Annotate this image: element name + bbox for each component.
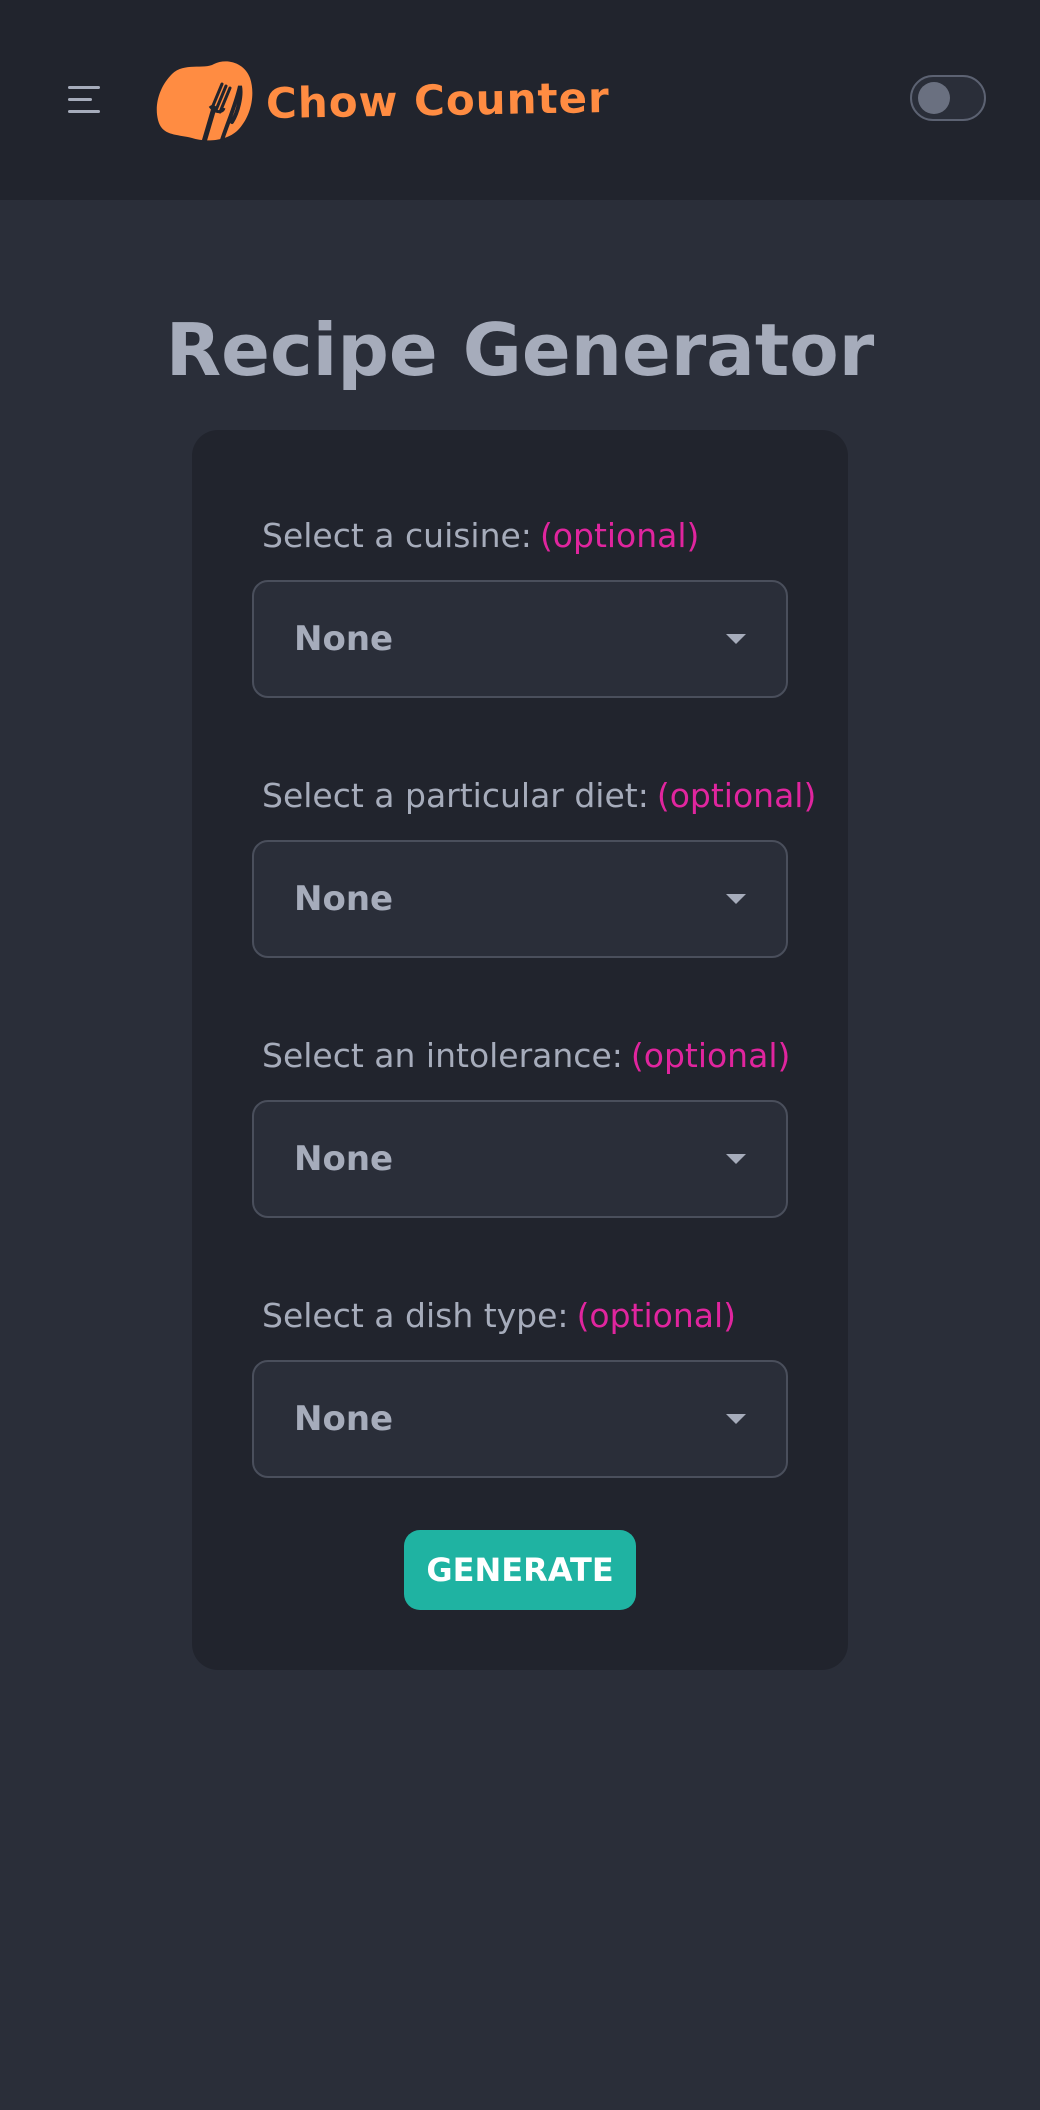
diet-select-value: None bbox=[294, 879, 394, 919]
intolerance-select-value: None bbox=[294, 1139, 394, 1179]
dish-type-select-value: None bbox=[294, 1399, 394, 1439]
hamburger-menu-icon[interactable] bbox=[60, 78, 108, 122]
cuisine-label: Select a cuisine: (optional) bbox=[262, 514, 699, 558]
caret-down-icon bbox=[726, 894, 746, 904]
intolerance-label: Select an intolerance: (optional) bbox=[262, 1034, 790, 1078]
caret-down-icon bbox=[726, 1154, 746, 1164]
top-navbar: Chow Counter bbox=[0, 0, 1040, 200]
cuisine-optional-tag: (optional) bbox=[539, 516, 700, 555]
page-title: Recipe Generator bbox=[165, 308, 875, 392]
cuisine-select[interactable]: None bbox=[252, 580, 788, 698]
dish-type-label: Select a dish type: (optional) bbox=[262, 1294, 736, 1338]
fork-knife-logo-icon bbox=[156, 61, 253, 144]
brand[interactable]: Chow Counter bbox=[152, 56, 610, 144]
cuisine-label-text: Select a cuisine: bbox=[262, 516, 532, 555]
brand-name: Chow Counter bbox=[265, 72, 611, 128]
dish-type-select[interactable]: None bbox=[252, 1360, 788, 1478]
diet-optional-tag: (optional) bbox=[656, 776, 817, 815]
cuisine-select-value: None bbox=[294, 619, 394, 659]
intolerance-select[interactable]: None bbox=[252, 1100, 788, 1218]
caret-down-icon bbox=[726, 634, 746, 644]
recipe-form-card: Select a cuisine: (optional) None Select … bbox=[192, 430, 848, 1670]
theme-toggle[interactable] bbox=[910, 75, 986, 121]
intolerance-optional-tag: (optional) bbox=[630, 1036, 791, 1075]
dish-type-label-text: Select a dish type: bbox=[262, 1296, 569, 1335]
intolerance-label-text: Select an intolerance: bbox=[262, 1036, 623, 1075]
toggle-knob bbox=[918, 82, 950, 114]
caret-down-icon bbox=[726, 1414, 746, 1424]
dish-type-optional-tag: (optional) bbox=[576, 1296, 737, 1335]
diet-select[interactable]: None bbox=[252, 840, 788, 958]
generate-button[interactable]: GENERATE bbox=[404, 1530, 636, 1610]
diet-label-text: Select a particular diet: bbox=[262, 776, 649, 815]
diet-label: Select a particular diet: (optional) bbox=[262, 774, 816, 818]
